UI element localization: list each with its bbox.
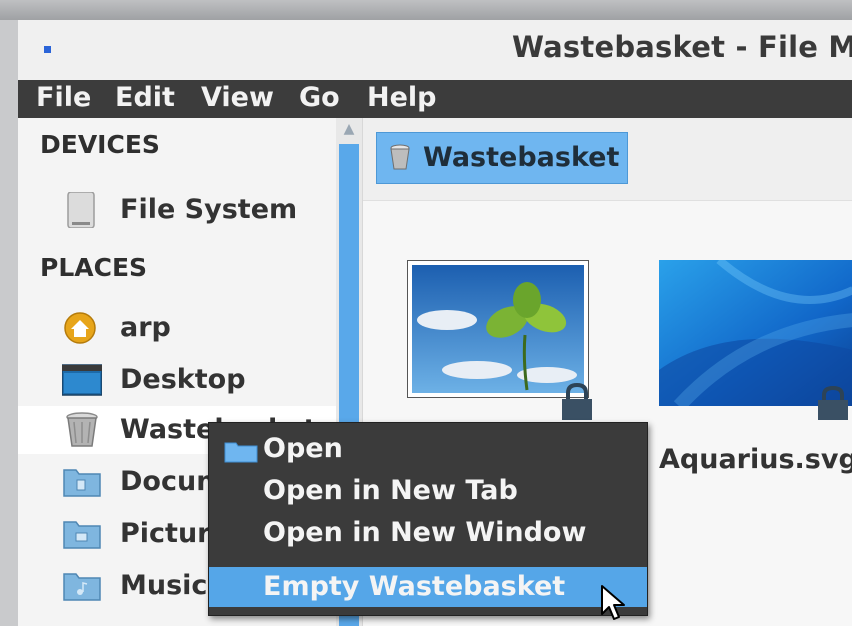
menu-item-label: Open in New Window [263, 517, 587, 548]
drive-icon [67, 192, 95, 228]
sidebar-item-label: Desktop [120, 364, 246, 395]
lock-icon [562, 382, 592, 420]
menu-go[interactable]: Go [299, 82, 340, 113]
mouse-cursor-icon [601, 585, 625, 620]
menu-help[interactable]: Help [367, 82, 437, 113]
lock-icon [818, 386, 848, 420]
menu-item-empty-wastebasket[interactable]: Empty Wastebasket [209, 567, 647, 607]
section-devices: DEVICES [40, 130, 160, 159]
folder-documents-icon [63, 469, 101, 497]
sidebar-item-desktop[interactable]: Desktop [18, 356, 336, 404]
image-thumbnail [407, 260, 589, 398]
file-item[interactable]: Aquarius.svg [639, 260, 852, 475]
folder-pictures-icon [63, 521, 101, 549]
menu-item-label: Open [263, 433, 343, 464]
menu-item-label: Open in New Tab [263, 475, 518, 506]
desktop-icon [62, 364, 102, 396]
path-bar: Wastebasket [363, 118, 852, 201]
breadcrumb-wastebasket[interactable]: Wastebasket [376, 132, 628, 184]
section-places: PLACES [40, 253, 148, 282]
image-thumbnail [659, 260, 852, 406]
title-bar[interactable]: Wastebasket - File Ma [18, 20, 852, 80]
menu-item-open-new-window[interactable]: Open in New Window [209, 513, 647, 553]
menu-item-open-new-tab[interactable]: Open in New Tab [209, 471, 647, 511]
breadcrumb-label: Wastebasket [423, 142, 620, 173]
menu-view[interactable]: View [201, 82, 274, 113]
menu-bar: File Edit View Go Help [18, 80, 852, 118]
app-icon [44, 46, 51, 53]
window-title: Wastebasket - File Ma [512, 30, 852, 64]
home-icon [64, 312, 96, 344]
menu-item-open[interactable]: Open [209, 429, 647, 469]
sidebar-item-label: File System [120, 194, 298, 225]
trash-icon [66, 412, 98, 447]
folder-music-icon [63, 573, 101, 601]
menu-file[interactable]: File [36, 82, 91, 113]
folder-icon [224, 442, 258, 463]
menu-edit[interactable]: Edit [115, 82, 175, 113]
file-name: Aquarius.svg [659, 444, 852, 475]
menu-item-label: Empty Wastebasket [263, 571, 566, 602]
sidebar-item-file-system[interactable]: File System [18, 186, 336, 234]
context-menu: Open Open in New Tab Open in New Window … [208, 422, 648, 616]
sidebar-item-label: Music [120, 570, 208, 601]
scroll-up-icon[interactable]: ▲ [336, 118, 362, 140]
file-item[interactable] [407, 260, 597, 440]
trash-icon [390, 144, 410, 170]
sidebar-item-label: arp [120, 312, 171, 343]
sidebar-item-home[interactable]: arp [18, 304, 336, 352]
